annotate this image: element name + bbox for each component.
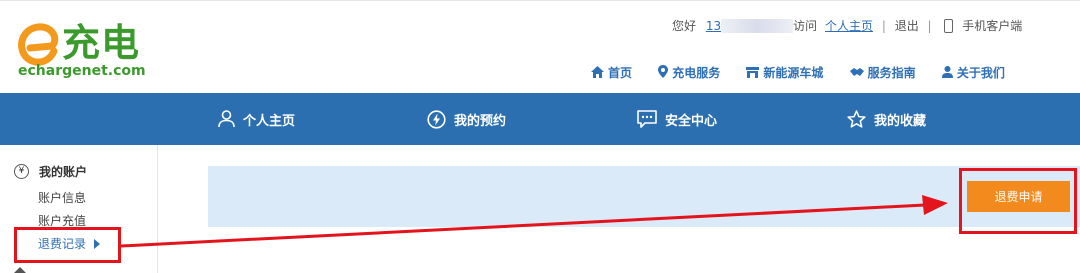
annotation-arrow-icon: [120, 195, 948, 248]
